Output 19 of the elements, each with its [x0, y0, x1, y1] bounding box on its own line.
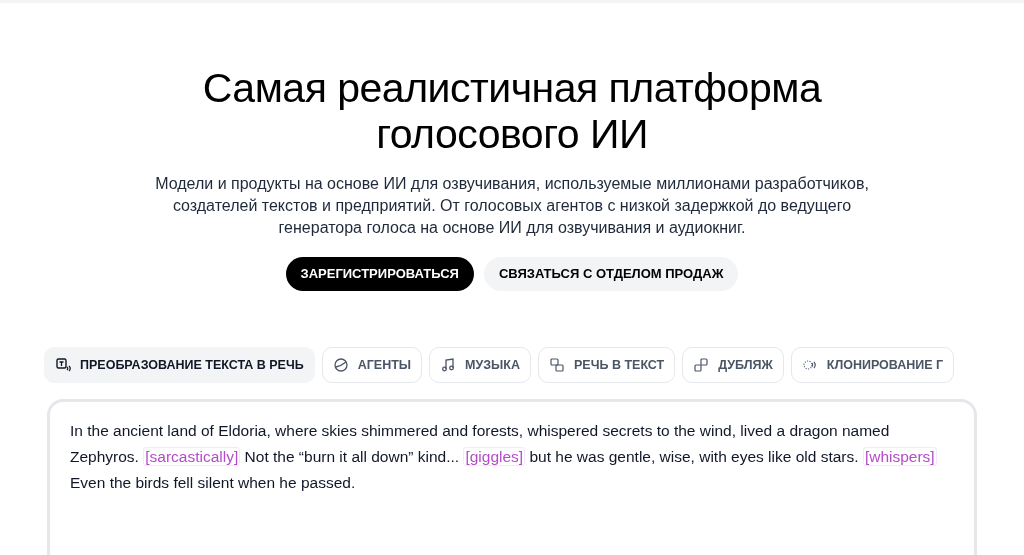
music-note-icon: [440, 357, 457, 373]
hero-title: Самая реалистичная платформа голосового ИИ: [201, 65, 823, 157]
tab[interactable]: КЛОНИРОВАНИЕ Г: [790, 347, 955, 383]
sign-up-button[interactable]: ЗАРЕГИСТРИРОВАТЬСЯ: [285, 257, 474, 291]
text-editor[interactable]: [47, 399, 977, 555]
editor-text: In the ancient land of Eldoria, where skies shimmered and forests, whispered secrets to the wind, lived a dragon named Zephyros. [sarcastically] Not the “burn it all down” kind... [giggles] but he was gentle, wise, with eyes like old stars. [whispers] Even the birds fell silent when he passed.: [70, 421, 938, 493]
tab[interactable]: МУЗЫКА: [429, 347, 531, 383]
audio-tag: [whispers]: [862, 447, 937, 466]
hero-subtitle: Модели и продукты на основе ИИ для озвучивания, используемые миллионами разработчиков, создателей текстов и предприятий. От голосовых агентов с низкой задержкой до ведущего генератора голоса на основе ИИ для озвучивания и аудиокниг.: [154, 174, 870, 238]
tab[interactable]: ПРЕОБРАЗОВАНИЕ ТЕКСТА В РЕЧЬ: [44, 347, 315, 383]
tab[interactable]: ДУБЛЯЖ: [682, 347, 784, 383]
tab[interactable]: РЕЧЬ В ТЕКСТ: [538, 347, 676, 383]
text-speech-icon: [55, 357, 71, 373]
circle-icon: [332, 357, 349, 373]
tab[interactable]: АГЕНТЫ: [321, 347, 423, 383]
sound-wave-icon: [801, 357, 818, 373]
contact-sales-button[interactable]: СВЯЗАТЬСЯ С ОТДЕЛОМ ПРОДАЖ: [483, 257, 739, 291]
audio-tag: [giggles]: [463, 447, 526, 466]
audio-tag: [sarcastically]: [143, 447, 241, 466]
